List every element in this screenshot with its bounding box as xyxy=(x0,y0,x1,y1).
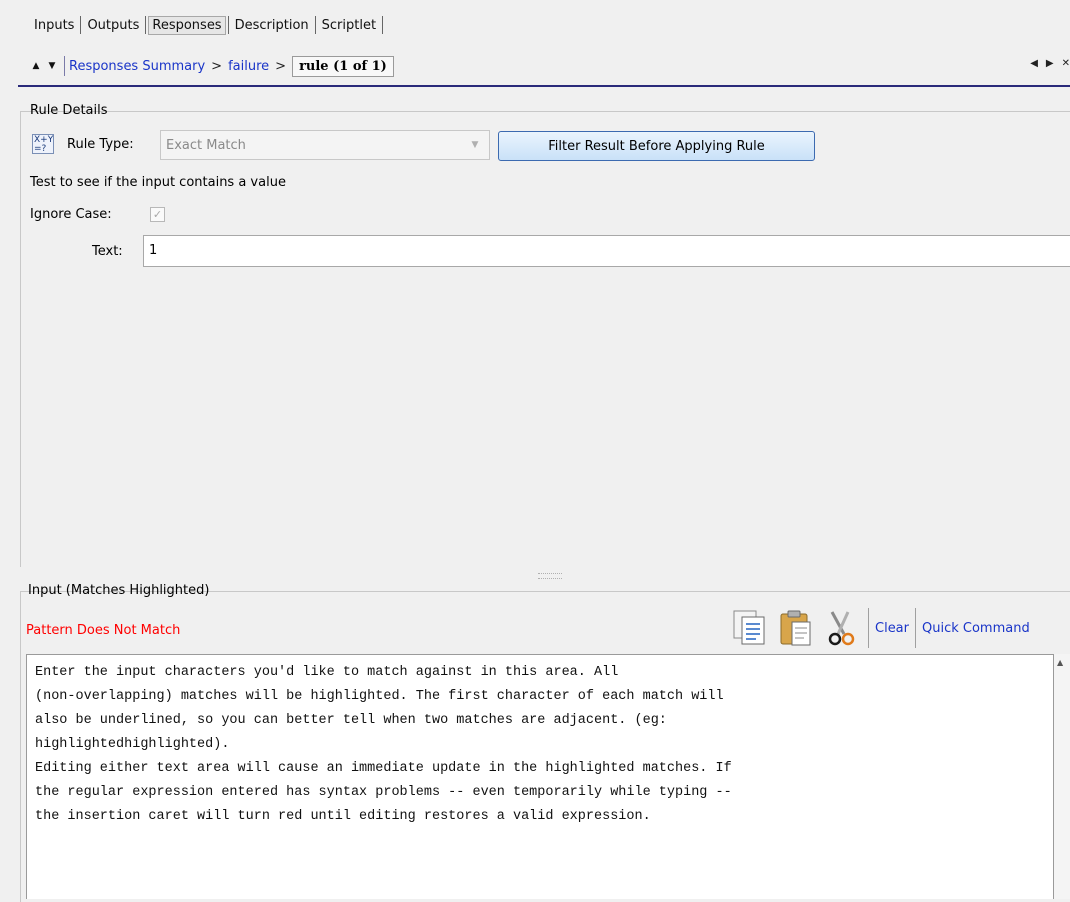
rule-description: Test to see if the input contains a valu… xyxy=(30,175,286,190)
text-label: Text: xyxy=(92,244,123,259)
rule-type-label: Rule Type: xyxy=(67,137,134,152)
tab-scriptlet[interactable]: Scriptlet xyxy=(318,16,380,35)
text-input[interactable]: 1 xyxy=(143,235,1070,267)
splitter-handle[interactable] xyxy=(538,573,562,579)
breadcrumb-failure[interactable]: failure xyxy=(228,59,269,74)
input-section-title: Input (Matches Highlighted) xyxy=(28,583,210,598)
tab-divider xyxy=(382,16,384,34)
rule-details-title: Rule Details xyxy=(30,103,108,118)
tab-divider xyxy=(227,16,229,34)
close-icon[interactable]: ✕ xyxy=(1062,58,1070,69)
tab-inputs[interactable]: Inputs xyxy=(30,16,78,35)
filter-result-button[interactable]: Filter Result Before Applying Rule xyxy=(498,131,815,161)
breadcrumb: ▲ ▼ Responses Summary > failure > rule (… xyxy=(30,51,394,81)
move-down-icon[interactable]: ▼ xyxy=(46,60,58,72)
rule-type-select[interactable]: Exact Match ▼ xyxy=(160,130,490,160)
move-up-icon[interactable]: ▲ xyxy=(30,60,42,72)
tab-divider xyxy=(80,16,82,34)
breadcrumb-separator: > xyxy=(211,58,223,74)
breadcrumb-current: rule (1 of 1) xyxy=(292,55,394,77)
chevron-down-icon: ▼ xyxy=(471,140,479,150)
text-line: highlightedhighlighted). xyxy=(35,737,230,752)
vertical-scrollbar[interactable]: ▲ xyxy=(1054,654,1070,899)
tab-divider xyxy=(145,16,147,34)
rule-type-value: Exact Match xyxy=(166,137,246,153)
text-line: the insertion caret will turn red until … xyxy=(35,809,651,824)
nav-forward-icon[interactable]: ▶ xyxy=(1046,58,1054,69)
tab-divider xyxy=(314,16,316,34)
text-line: (non-overlapping) matches will be highli… xyxy=(35,689,724,704)
nav-controls: ◀ ▶ ✕ xyxy=(1030,58,1070,69)
cut-icon[interactable] xyxy=(818,606,862,650)
nav-back-icon[interactable]: ◀ xyxy=(1030,58,1038,69)
tab-responses[interactable]: Responses xyxy=(148,15,226,35)
nav-underline xyxy=(18,85,1070,87)
breadcrumb-responses-summary[interactable]: Responses Summary xyxy=(69,59,205,74)
match-status: Pattern Does Not Match xyxy=(26,623,181,638)
text-line: Editing either text area will cause an i… xyxy=(35,761,732,776)
breadcrumb-separator: > xyxy=(275,58,287,74)
text-line: also be underlined, so you can better te… xyxy=(35,713,667,728)
toolbar-divider xyxy=(868,608,869,648)
clear-button[interactable]: Clear xyxy=(875,621,909,636)
tab-description[interactable]: Description xyxy=(231,16,313,35)
copy-icon[interactable] xyxy=(730,606,774,650)
input-toolbar: Clear Quick Command xyxy=(730,603,1030,653)
formula-icon: X+Y =? xyxy=(32,134,54,154)
quick-command-button[interactable]: Quick Command xyxy=(922,621,1030,636)
breadcrumb-divider xyxy=(64,56,65,76)
tab-bar: Inputs Outputs Responses Description Scr… xyxy=(30,14,385,36)
toolbar-divider xyxy=(915,608,916,648)
paste-icon[interactable] xyxy=(774,606,818,650)
input-text-area[interactable]: Enter the input characters you'd like to… xyxy=(26,654,1054,899)
text-line: the regular expression entered has synta… xyxy=(35,785,732,800)
tab-outputs[interactable]: Outputs xyxy=(83,16,143,35)
text-line: Enter the input characters you'd like to… xyxy=(35,665,619,680)
ignore-case-label: Ignore Case: xyxy=(30,207,112,222)
scroll-up-icon[interactable]: ▲ xyxy=(1057,658,1063,667)
ignore-case-checkbox[interactable]: ✓ xyxy=(150,207,165,222)
